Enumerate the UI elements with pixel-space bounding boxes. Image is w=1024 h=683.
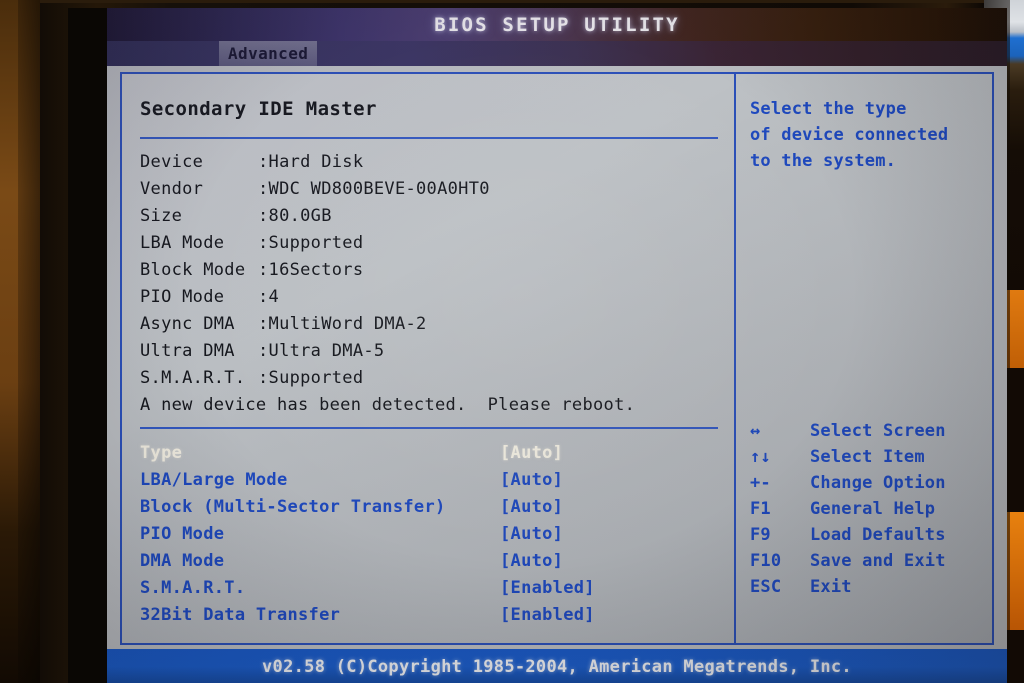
key-legend-row: ESC Exit <box>746 577 994 603</box>
f1-key-icon: F1 <box>750 499 771 519</box>
key-legend-description: Load Defaults <box>810 525 946 545</box>
setting-label: LBA/Large Mode <box>140 470 288 490</box>
key-legend-description: Change Option <box>810 473 946 493</box>
device-info-list: Device :Hard Disk Vendor :WDC WD800BEVE-00A… <box>140 152 635 422</box>
device-info-row: Ultra DMA :Ultra DMA-5 <box>140 341 635 368</box>
device-info-label: Device <box>140 152 204 172</box>
setting-row[interactable]: S.M.A.R.T. [Enabled] <box>140 578 718 605</box>
settings-list: Type [Auto] LBA/Large Mode [Auto] Block (Mul… <box>140 443 718 632</box>
help-description: Select the type of device connected to the… <box>750 96 994 174</box>
footer-bar: v02.58 (C)Copyright 1985-2004, American … <box>107 649 1007 683</box>
device-info-row: Vendor :WDC WD800BEVE-00A0HT0 <box>140 179 635 206</box>
key-legend: ↔ Select Screen ↑↓ Select Item +- Change Opti… <box>746 421 994 603</box>
monitor-bezel: BIOS SETUP UTILITY Advanced Secondary ID… <box>40 0 1007 683</box>
device-info-row: S.M.A.R.T. :Supported <box>140 368 635 395</box>
setting-row[interactable]: Block (Multi-Sector Transfer) [Auto] <box>140 497 718 524</box>
content-panel: Secondary IDE Master Device :Hard Disk Ven… <box>120 72 994 645</box>
setting-row[interactable]: PIO Mode [Auto] <box>140 524 718 551</box>
section-title: Secondary IDE Master <box>140 98 377 120</box>
device-info-label: Async DMA <box>140 314 235 334</box>
device-info-value: :4 <box>258 287 280 307</box>
f10-key-icon: F10 <box>750 551 782 571</box>
device-info-row: Block Mode :16Sectors <box>140 260 635 287</box>
help-column: Select the type of device connected to the… <box>736 74 994 643</box>
device-info-row: LBA Mode :Supported <box>140 233 635 260</box>
f9-key-icon: F9 <box>750 525 771 545</box>
help-line: to the system. <box>750 151 897 171</box>
device-info-label: Vendor <box>140 179 204 199</box>
device-info-value: :MultiWord DMA-2 <box>258 314 427 334</box>
menu-bar: Advanced <box>107 41 1007 66</box>
key-legend-description: Save and Exit <box>810 551 946 571</box>
device-info-row: Async DMA :MultiWord DMA-2 <box>140 314 635 341</box>
photograph-of-monitor: BIOS SETUP UTILITY Advanced Secondary ID… <box>0 0 1024 683</box>
setting-label: PIO Mode <box>140 524 225 544</box>
divider-middle <box>140 427 718 429</box>
setting-row[interactable]: 32Bit Data Transfer [Enabled] <box>140 605 718 632</box>
device-info-label: S.M.A.R.T. <box>140 368 246 388</box>
help-line: of device connected <box>750 125 949 145</box>
device-info-value: :Ultra DMA-5 <box>258 341 385 361</box>
device-info-value: :Supported <box>258 368 364 388</box>
page-title: BIOS SETUP UTILITY <box>434 14 680 36</box>
device-info-value: :16Sectors <box>258 260 364 280</box>
device-info-value: :80.0GB <box>258 206 332 226</box>
device-info-label: LBA Mode <box>140 233 225 253</box>
setting-row[interactable]: DMA Mode [Auto] <box>140 551 718 578</box>
setting-value[interactable]: [Auto] <box>500 551 563 571</box>
new-device-detected-message: A new device has been detected. Please r… <box>140 395 636 415</box>
setting-row[interactable]: Type [Auto] <box>140 443 718 470</box>
device-info-row: Size :80.0GB <box>140 206 635 233</box>
key-legend-description: Exit <box>810 577 852 597</box>
setting-value[interactable]: [Enabled] <box>500 605 595 625</box>
device-info-value: :WDC WD800BEVE-00A0HT0 <box>258 179 490 199</box>
device-info-row: PIO Mode :4 <box>140 287 635 314</box>
key-legend-row: +- Change Option <box>746 473 994 499</box>
device-info-label: PIO Mode <box>140 287 225 307</box>
copyright-text: v02.58 (C)Copyright 1985-2004, American … <box>262 657 852 677</box>
setting-value[interactable]: [Auto] <box>500 524 563 544</box>
setting-row[interactable]: LBA/Large Mode [Auto] <box>140 470 718 497</box>
key-legend-description: Select Item <box>810 447 925 467</box>
setting-value[interactable]: [Auto] <box>500 497 563 517</box>
key-legend-description: Select Screen <box>810 421 946 441</box>
bios-screen: BIOS SETUP UTILITY Advanced Secondary ID… <box>107 8 1007 683</box>
device-info-value: :Supported <box>258 233 364 253</box>
key-legend-row: ↑↓ Select Item <box>746 447 994 473</box>
setting-label: Type <box>140 443 183 463</box>
key-legend-row: F1 General Help <box>746 499 994 525</box>
setting-value[interactable]: [Enabled] <box>500 578 595 598</box>
setting-label: S.M.A.R.T. <box>140 578 246 598</box>
device-info-value: :Hard Disk <box>258 152 364 172</box>
key-legend-row: ↔ Select Screen <box>746 421 994 447</box>
key-legend-row: F10 Save and Exit <box>746 551 994 577</box>
title-bar: BIOS SETUP UTILITY <box>107 8 1007 41</box>
setting-label: 32Bit Data Transfer <box>140 605 341 625</box>
tab-advanced[interactable]: Advanced <box>219 41 318 66</box>
up-down-arrow-icon: ↑↓ <box>750 447 771 467</box>
key-legend-description: General Help <box>810 499 936 519</box>
device-info-label: Ultra DMA <box>140 341 235 361</box>
plus-minus-icon: +- <box>750 473 771 493</box>
setting-value[interactable]: [Auto] <box>500 470 563 490</box>
divider-top <box>140 137 718 139</box>
key-legend-row: F9 Load Defaults <box>746 525 994 551</box>
setting-value[interactable]: [Auto] <box>500 443 563 463</box>
esc-key-icon: ESC <box>750 577 782 597</box>
device-info-row: Device :Hard Disk <box>140 152 635 179</box>
device-info-label: Size <box>140 206 183 226</box>
device-info-label: Block Mode <box>140 260 246 280</box>
settings-column: Secondary IDE Master Device :Hard Disk Ven… <box>122 74 734 643</box>
left-right-arrow-icon: ↔ <box>750 421 761 441</box>
help-line: Select the type <box>750 99 907 119</box>
setting-label: Block (Multi-Sector Transfer) <box>140 497 446 517</box>
setting-label: DMA Mode <box>140 551 225 571</box>
